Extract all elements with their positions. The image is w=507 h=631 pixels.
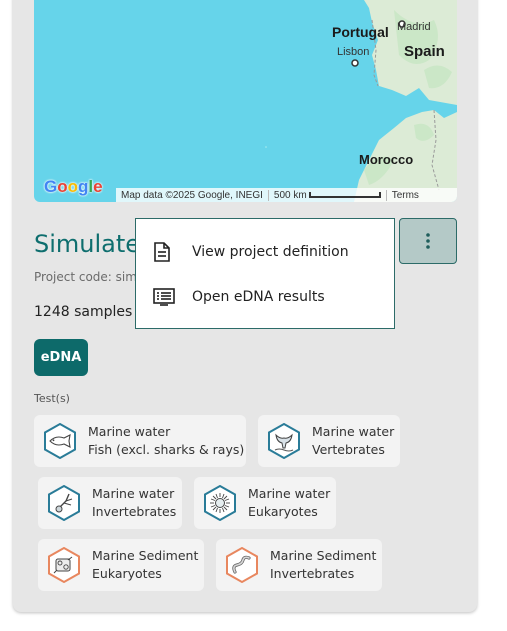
menu-item-label: Open eDNA results (192, 289, 325, 305)
map-terms-link[interactable]: Terms (385, 189, 424, 201)
map-attribution[interactable]: Map data ©2025 Google, INEGI (116, 190, 268, 201)
test-line2: Fish (excl. sharks & rays) (88, 442, 245, 457)
map-scale[interactable]: 500 km (267, 189, 386, 201)
more-options-button[interactable] (399, 218, 457, 264)
sediment-eukaryote-icon (48, 547, 80, 583)
test-line1: Marine water (92, 486, 175, 501)
test-chip[interactable]: Marine Sediment Invertebrates (216, 539, 382, 591)
test-line2: Invertebrates (270, 566, 355, 581)
test-line1: Marine water (88, 424, 171, 439)
test-line1: Marine Sediment (92, 548, 199, 563)
document-icon (154, 242, 170, 262)
project-code: Project code: sim (34, 270, 137, 284)
test-chip[interactable]: Marine water Fish (excl. sharks & rays) (34, 415, 246, 467)
test-chip[interactable]: Marine water Eukaryotes (194, 477, 336, 529)
test-chip[interactable]: Marine water Vertebrates (258, 415, 400, 467)
map-label-morocco: Morocco (359, 152, 414, 167)
test-line1: Marine water (248, 486, 331, 501)
test-line2: Eukaryotes (92, 566, 162, 581)
menu-item-label: View project definition (192, 244, 349, 260)
test-line2: Invertebrates (92, 504, 177, 519)
map-label-madrid: Madrid (397, 21, 431, 33)
map-label-lisbon: Lisbon (337, 46, 370, 58)
project-actions-menu: View project definition Open eDNA result… (135, 218, 395, 329)
whale-tail-icon (268, 423, 300, 459)
map-land (265, 0, 457, 202)
plankton-icon (204, 485, 236, 521)
map[interactable]: Portugal Madrid Lisbon Spain Morocco Goo… (34, 0, 457, 202)
test-chip[interactable]: Marine Sediment Eukaryotes (38, 539, 204, 591)
list-icon (153, 288, 175, 306)
test-line2: Vertebrates (312, 442, 385, 457)
test-line2: Eukaryotes (248, 504, 318, 519)
tests-label: Test(s) (34, 392, 70, 405)
map-attribution-bar: Map data ©2025 Google, INEGI 500 km Term… (116, 188, 457, 202)
edna-badge[interactable]: eDNA (34, 339, 88, 376)
fish-icon (44, 423, 76, 459)
menu-item-view-project-definition[interactable]: View project definition (136, 232, 394, 272)
google-logo[interactable]: Google (44, 177, 103, 197)
worm-icon (226, 547, 258, 583)
test-line1: Marine water (312, 424, 395, 439)
map-label-spain: Spain (404, 43, 445, 60)
map-label-portugal: Portugal (332, 24, 389, 40)
invertebrate-icon (48, 485, 80, 521)
sample-count: 1248 samples (34, 304, 133, 320)
test-chip[interactable]: Marine water Invertebrates (38, 477, 182, 529)
vertical-dots-icon (426, 233, 430, 249)
project-title: Simulate (34, 230, 141, 258)
menu-item-open-edna-results[interactable]: Open eDNA results (136, 277, 394, 317)
test-line1: Marine Sediment (270, 548, 377, 563)
